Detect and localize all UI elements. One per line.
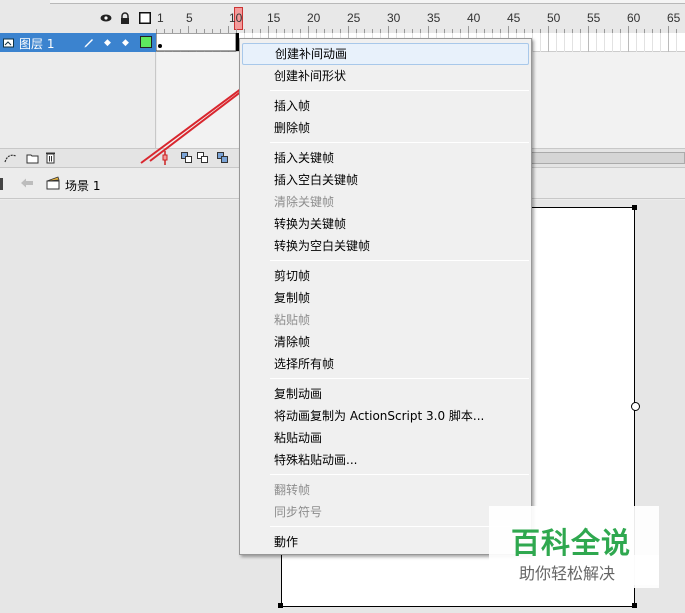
watermark-title: 百科全说 [511, 526, 632, 560]
menu-separator [270, 378, 529, 379]
menu-item[interactable]: 选择所有帧 [242, 353, 529, 375]
menu-item[interactable]: 创建补间形状 [242, 65, 529, 87]
watermark-subtitle: 助你轻松解决 [519, 564, 616, 583]
menu-item[interactable]: 转换为空白关键帧 [242, 235, 529, 257]
menu-item[interactable]: 特殊粘贴动画... [242, 449, 529, 471]
menu-item[interactable]: 動作 [242, 531, 529, 553]
context-menu: 创建补间动画 创建补间形状 插入帧 删除帧插入关键帧 插入空白关键帧清除关键帧转换为关键… [239, 38, 532, 555]
menu-item: 同步符号 [274, 505, 323, 519]
menu-item[interactable]: 清除帧 [242, 331, 529, 353]
menu-item[interactable]: 粘贴动画 [242, 427, 529, 449]
menu-item[interactable]: 将动画复制为 ActionScript 3.0 脚本... [242, 405, 529, 427]
menu-item[interactable]: 转换为关键帧 [242, 213, 529, 235]
menu-item[interactable]: 插入帧 [242, 95, 529, 117]
menu-item[interactable]: 剪切帧 [242, 265, 529, 287]
menu-item[interactable]: 插入空白关键帧 [242, 169, 529, 191]
menu-item[interactable]: 删除帧 [242, 117, 529, 139]
menu-item: 粘贴帧 [274, 313, 311, 327]
menu-item: 清除关键帧 [274, 195, 335, 209]
menu-item[interactable]: 创建补间动画 [242, 43, 529, 65]
menu-item[interactable]: 复制动画 [242, 383, 529, 405]
watermark: 百科全说 助你轻松解决 [489, 506, 659, 588]
menu-item[interactable]: 插入关键帧 [242, 147, 529, 169]
menu-item[interactable]: 复制帧 [242, 287, 529, 309]
menu-separator [270, 474, 529, 475]
menu-separator [270, 142, 529, 143]
menu-item: 翻转帧 [274, 483, 311, 497]
menu-separator [270, 90, 529, 91]
menu-separator [270, 260, 529, 261]
